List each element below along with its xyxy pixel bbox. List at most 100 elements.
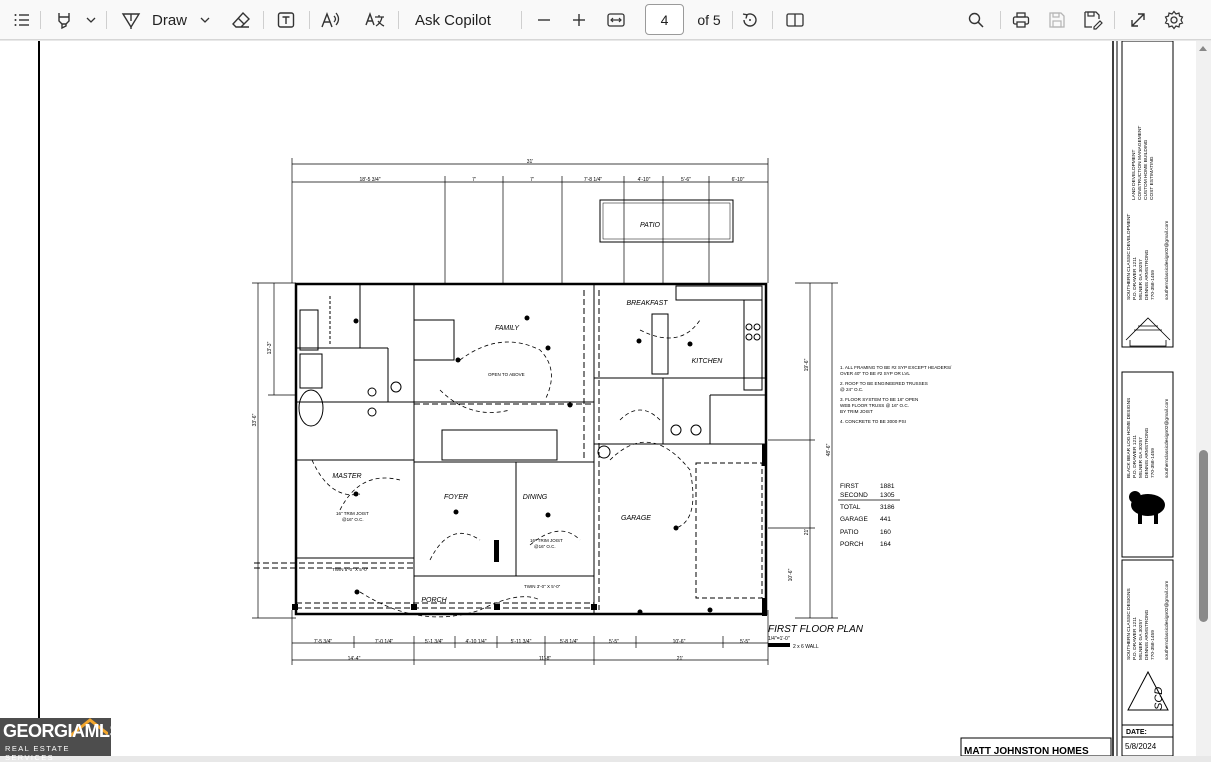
callout-window: TWIN 5'-0" X 5'-0" xyxy=(332,567,369,572)
toolbar-divider xyxy=(309,11,310,29)
svg-text:BLACK BEAR LOG HOME DESIGNS: BLACK BEAR LOG HOME DESIGNS xyxy=(1126,398,1132,478)
print-icon[interactable] xyxy=(1005,4,1037,36)
title-block-company3: SOUTHERN CLASSIC DESIGNS P.O. DRAWER 121… xyxy=(1126,581,1170,660)
callout-joist: 16" TRIM JOIST xyxy=(530,538,563,543)
area-table: FIRST 1881 SECOND 1305 TOTAL 3186 GARAGE 441… xyxy=(840,483,895,548)
svg-text:COST ESTIMATING: COST ESTIMATING xyxy=(1149,156,1155,200)
wall-note: 2 x 6 WALL xyxy=(793,644,819,650)
scroll-up-icon[interactable] xyxy=(1199,46,1207,51)
svg-text:3186: 3186 xyxy=(880,504,895,511)
svg-text:GARAGE: GARAGE xyxy=(840,516,868,523)
rotate-icon[interactable] xyxy=(734,4,766,36)
page-number-input[interactable]: 4 xyxy=(645,4,684,35)
zoom-in-icon[interactable] xyxy=(563,4,595,36)
callout-window: TWIN 3'-0" X 5'-0" xyxy=(524,584,561,589)
text-box-icon[interactable] xyxy=(270,4,302,36)
ask-copilot-button[interactable]: Ask Copilot xyxy=(410,0,510,40)
georgia-mls-watermark: GEORGIAMLS REAL ESTATE SERVICES xyxy=(0,718,122,762)
svg-text:P.O. DRAWER 1211: P.O. DRAWER 1211 xyxy=(1132,257,1138,300)
svg-text:3. FLOOR SYSTEM TO BE 16" OPEN: 3. FLOOR SYSTEM TO BE 16" OPEN xyxy=(840,397,918,402)
svg-text:P.O. DRAWER 1211: P.O. DRAWER 1211 xyxy=(1132,617,1138,660)
scrollbar-thumb[interactable] xyxy=(1199,450,1208,622)
dim-right: 21' xyxy=(804,529,810,536)
room-garage: GARAGE xyxy=(621,515,651,522)
fit-width-icon[interactable] xyxy=(600,4,632,36)
dim-left: 33'-6" xyxy=(252,413,258,426)
floor-plan-drawing: 31' 18'-5 3/4" 7' 7' 7'-8 1/4" 4'-10" 5'… xyxy=(38,41,1174,756)
svg-text:PORCH: PORCH xyxy=(840,541,864,548)
room-master: MASTER xyxy=(332,473,361,480)
dim-right: 48'-6" xyxy=(826,443,832,456)
svg-text:FIRST: FIRST xyxy=(840,483,859,490)
chevron-down-icon[interactable] xyxy=(84,0,98,40)
svg-text:WEB FLOOR TRUSS @ 16" O.C.: WEB FLOOR TRUSS @ 16" O.C. xyxy=(840,403,909,408)
callout-joist: @16" O.C. xyxy=(342,517,364,522)
watermark-brand: GEORGIAMLS xyxy=(3,721,122,741)
dim-overall-width: 31' xyxy=(527,159,534,165)
svg-text:DENNIS ARMSTRONG: DENNIS ARMSTRONG xyxy=(1144,609,1150,660)
toolbar-divider xyxy=(398,11,399,29)
svg-text:4. CONCRETE TO BE 3000 PSI: 4. CONCRETE TO BE 3000 PSI xyxy=(840,419,906,424)
toolbar-divider xyxy=(263,11,264,29)
dim-bottom: 5'-11 3/4" xyxy=(511,639,532,645)
save-icon xyxy=(1041,4,1073,36)
page-total: of 5 xyxy=(697,12,721,28)
save-as-icon[interactable] xyxy=(1077,4,1109,36)
search-icon[interactable] xyxy=(960,4,992,36)
svg-text:1305: 1305 xyxy=(880,492,895,499)
svg-text:TOTAL: TOTAL xyxy=(840,504,861,511)
document-page[interactable]: 31' 18'-5 3/4" 7' 7' 7'-8 1/4" 4'-10" 5'… xyxy=(0,41,1196,756)
dim-bottom: 10'-6" xyxy=(673,639,686,645)
svg-text:PATIO: PATIO xyxy=(840,529,859,536)
svg-text:1881: 1881 xyxy=(880,483,895,490)
svg-text:2. ROOF TO BE ENGINEERED TRUSS: 2. ROOF TO BE ENGINEERED TRUSSES xyxy=(840,381,928,386)
svg-text:@ 24" O.C.: @ 24" O.C. xyxy=(840,387,863,392)
toolbar-divider xyxy=(732,11,733,29)
toolbar-divider xyxy=(106,11,107,29)
fullscreen-icon[interactable] xyxy=(1122,4,1154,36)
contents-icon[interactable] xyxy=(6,4,38,36)
dim-bottom: 5'-8 1/4" xyxy=(560,639,579,645)
svg-text:770-358-1459: 770-358-1459 xyxy=(1150,448,1156,478)
settings-icon[interactable] xyxy=(1158,4,1190,36)
dim-bottom: 5'-5" xyxy=(609,639,619,645)
toolbar-divider xyxy=(40,11,41,29)
room-patio: PATIO xyxy=(640,222,661,229)
toolbar-divider xyxy=(1114,11,1115,29)
dim-top: 7'-8 1/4" xyxy=(584,177,603,183)
room-porch: PORCH xyxy=(421,597,447,604)
svg-text:770-358-1459: 770-358-1459 xyxy=(1150,270,1156,300)
chevron-down-icon[interactable] xyxy=(198,0,212,40)
toolbar-divider xyxy=(521,11,522,29)
svg-text:southernclassicdesign02@gmail.: southernclassicdesign02@gmail.com xyxy=(1164,581,1170,660)
svg-text:SOUTHERN CLASSIC DESIGNS: SOUTHERN CLASSIC DESIGNS xyxy=(1126,588,1132,660)
dim-right: 10'-6" xyxy=(788,568,794,581)
vertical-scrollbar[interactable] xyxy=(1196,41,1211,756)
read-aloud-icon[interactable] xyxy=(315,4,347,36)
dim-top: 18'-5 3/4" xyxy=(359,177,380,183)
toolbar-divider xyxy=(1000,11,1001,29)
client-name: MATT JOHNSTON HOMES xyxy=(964,746,1089,756)
svg-text:OVER 40" TO BE #2 SYP OR LVL: OVER 40" TO BE #2 SYP OR LVL xyxy=(840,371,910,376)
eraser-icon[interactable] xyxy=(225,4,257,36)
date-label: DATE: xyxy=(1126,729,1147,736)
dim-top: 4'-10" xyxy=(638,177,651,183)
date-value: 5/8/2024 xyxy=(1125,742,1157,751)
highlight-icon[interactable] xyxy=(48,4,80,36)
dim-bottom: 7'-5 3/4" xyxy=(314,639,333,645)
dim-bottom: 7'-0 1/4" xyxy=(375,639,394,645)
room-dining: DINING xyxy=(523,494,548,501)
bear-logo xyxy=(1129,491,1165,524)
svg-text:P.O. DRAWER 1211: P.O. DRAWER 1211 xyxy=(1132,435,1138,478)
room-breakfast: BREAKFAST xyxy=(626,300,668,307)
zoom-out-icon[interactable] xyxy=(528,4,560,36)
scd-logo-text: SCD xyxy=(1153,687,1165,710)
dim-bottom: 4'-10 1/4" xyxy=(465,639,486,645)
svg-text:441: 441 xyxy=(880,516,891,523)
dim-right: 19'-6" xyxy=(804,358,810,371)
translate-icon[interactable] xyxy=(359,4,391,36)
svg-text:MILNER GA 30257: MILNER GA 30257 xyxy=(1138,259,1144,300)
svg-text:164: 164 xyxy=(880,541,891,548)
svg-text:CONSTRUCTION MANAGEMENT: CONSTRUCTION MANAGEMENT xyxy=(1137,126,1143,200)
page-view-icon[interactable] xyxy=(779,4,811,36)
